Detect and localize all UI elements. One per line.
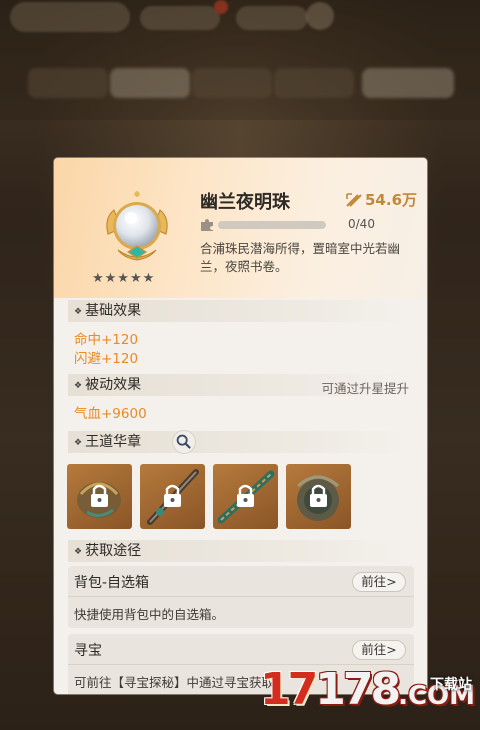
watermark-digits-a: 17 <box>260 664 318 715</box>
emblem-slot[interactable] <box>67 464 132 529</box>
source-item-backpack: 背包-自选箱 前往> 快捷使用背包中的自选箱。 <box>68 566 414 628</box>
lock-icon <box>237 484 254 507</box>
stat-hit: 命中+120 <box>74 332 139 348</box>
stat-hp: 气血+9600 <box>74 406 147 422</box>
emblem-search-button[interactable] <box>172 430 196 454</box>
source-divider <box>68 596 414 597</box>
pearl-item-icon <box>106 191 168 261</box>
item-name: 幽兰夜明珠 <box>200 192 290 213</box>
emblem-artifact-image <box>296 475 340 521</box>
section-title: 获取途径 <box>85 543 142 559</box>
goto-button[interactable]: 前往> <box>352 640 406 660</box>
fragment-progress-bar <box>218 221 326 229</box>
emblem-slot[interactable] <box>140 464 205 529</box>
emblem-slot[interactable] <box>213 464 278 529</box>
section-title: 王道华章 <box>85 434 142 450</box>
diamond-icon: ❖ <box>74 307 83 317</box>
diamond-icon: ❖ <box>74 438 83 448</box>
source-description: 快捷使用背包中的自选箱。 <box>74 607 225 622</box>
puzzle-fragment-icon <box>201 219 213 231</box>
watermark-tag: 下载站 <box>430 677 472 693</box>
site-watermark: 17178.COM 下载站 <box>250 662 480 730</box>
emblem-artifact-image <box>147 469 199 525</box>
diamond-icon: ❖ <box>74 547 83 557</box>
power-icon <box>346 193 362 207</box>
emblem-artifact-image <box>217 470 275 524</box>
power-value: 54.6万 <box>346 189 417 210</box>
watermark-digits-b: 178 <box>315 664 401 715</box>
emblem-slot[interactable] <box>286 464 351 529</box>
passive-upgrade-note: 可通过升星提升 <box>321 381 409 396</box>
search-icon <box>176 434 191 449</box>
item-description: 合浦珠民潜海所得，置暗室中光若幽兰，夜照书卷。 <box>200 241 401 274</box>
source-title: 背包-自选箱 <box>74 575 150 591</box>
fragment-progress-text: 0/40 <box>348 217 375 231</box>
source-title: 寻宝 <box>74 643 102 659</box>
item-detail-panel: ★★★★★ 幽兰夜明珠 54.6万 0/40 合浦珠民潜海所得，置暗室中光若幽兰… <box>54 158 427 694</box>
star-rating: ★★★★★ <box>92 271 156 286</box>
section-title: 基础效果 <box>85 303 142 319</box>
emblem-artifact-image <box>77 482 121 518</box>
section-title: 被动效果 <box>85 377 142 393</box>
section-emblem: ❖ 王道华章 <box>68 431 413 453</box>
diamond-icon: ❖ <box>74 381 83 391</box>
section-basic-effects: ❖ 基础效果 <box>68 300 413 322</box>
stat-dodge: 闪避+120 <box>74 351 139 367</box>
goto-button[interactable]: 前往> <box>352 572 406 592</box>
power-value-text: 54.6万 <box>365 191 418 209</box>
section-sources: ❖ 获取途径 <box>68 540 413 562</box>
source-description: 可前往【寻宝探秘】中通过寻宝获取 <box>74 675 275 690</box>
lock-icon <box>164 484 181 507</box>
